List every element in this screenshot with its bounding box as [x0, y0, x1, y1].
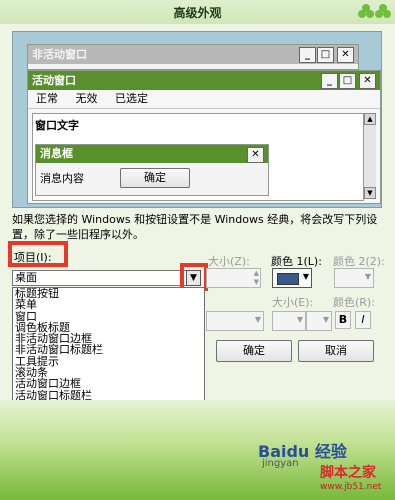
cancel-button[interactable]: 取消 [298, 340, 374, 362]
chevron-down-icon: ▼ [296, 315, 303, 324]
close-icon: ✕ [337, 47, 354, 63]
item-select-value: 桌面 [15, 271, 37, 284]
active-window-title: 活动窗口 [32, 74, 76, 87]
color2-picker[interactable]: ▼ [334, 268, 374, 288]
list-item[interactable]: 活动窗口边框 [13, 378, 204, 389]
spinner-arrows-icon: ▲ ▼ [253, 269, 259, 286]
preview-ok-button: 确定 [120, 168, 190, 188]
maximize-icon: □ [339, 73, 356, 89]
font-color-picker[interactable]: ▼ [306, 311, 332, 331]
clover-icon [358, 4, 374, 20]
minimize-icon: _ [299, 47, 316, 63]
color-swatch [277, 273, 299, 285]
chevron-down-icon: ▼ [254, 315, 261, 324]
inactive-window-title: 非活动窗口 [32, 48, 87, 61]
font-size-select[interactable]: ▼ [272, 311, 306, 331]
menu-selected: 已选定 [115, 92, 148, 105]
url-watermark: www.jb51.net [320, 482, 382, 492]
size-label: 大小(Z): [208, 255, 250, 268]
minimize-icon: _ [321, 73, 338, 89]
chevron-down-icon: ▼ [302, 272, 309, 281]
appearance-preview: 非活动窗口 _ □ ✕ 活动窗口 _ □ ✕ 正常 无效 已选定 窗口文字 ▲ … [12, 31, 382, 208]
description-text: 如果您选择的 Windows 和按钮设置不是 Windows 经典，将会改写下列… [12, 213, 378, 241]
list-item[interactable]: 标题按钮 [13, 288, 204, 299]
list-item[interactable]: 菜单 [13, 299, 204, 310]
color1-picker[interactable]: ▼ [272, 268, 312, 288]
color1-label: 颜色 1(L): [271, 255, 322, 268]
preview-scrollbar: ▲ ▼ [363, 113, 376, 199]
menu-normal: 正常 [36, 92, 58, 105]
close-icon: ✕ [359, 73, 376, 89]
window-text: 窗口文字 [35, 119, 79, 132]
bold-button[interactable]: B [335, 311, 351, 329]
font-size-label: 大小(E): [272, 296, 314, 309]
dialog-title: 高级外观 [173, 6, 222, 20]
jingyan-watermark: jingyan [262, 458, 299, 469]
message-box: 消息框 ✕ 消息内容 确定 [35, 144, 269, 196]
close-icon: ✕ [247, 147, 264, 163]
dialog-titlebar: 高级外观 [0, 0, 395, 25]
menu-disabled: 无效 [75, 92, 98, 105]
font-select[interactable]: ▼ [206, 311, 264, 331]
chevron-down-icon: ▼ [364, 272, 371, 281]
size-spinner[interactable]: ▲ ▼ [206, 268, 261, 288]
message-box-title: 消息框 [40, 147, 73, 160]
message-content: 消息内容 [40, 172, 84, 185]
scroll-down-icon: ▼ [364, 187, 376, 199]
clover-icon [375, 4, 391, 20]
scroll-up-icon: ▲ [364, 113, 376, 125]
font-color-label: 颜色(R): [333, 296, 375, 309]
chevron-down-icon: ▼ [322, 315, 329, 324]
site-watermark: 脚本之家 [320, 465, 376, 481]
item-select[interactable]: 桌面 [12, 270, 198, 286]
inactive-window: 非活动窗口 _ □ ✕ [27, 44, 359, 70]
maximize-icon: □ [317, 47, 334, 63]
color2-label: 颜色 2(2): [333, 255, 385, 268]
italic-button[interactable]: I [355, 311, 371, 329]
preview-menubar: 正常 无效 已选定 [28, 90, 380, 109]
ok-button[interactable]: 确定 [216, 340, 292, 362]
highlight-box [8, 241, 68, 267]
